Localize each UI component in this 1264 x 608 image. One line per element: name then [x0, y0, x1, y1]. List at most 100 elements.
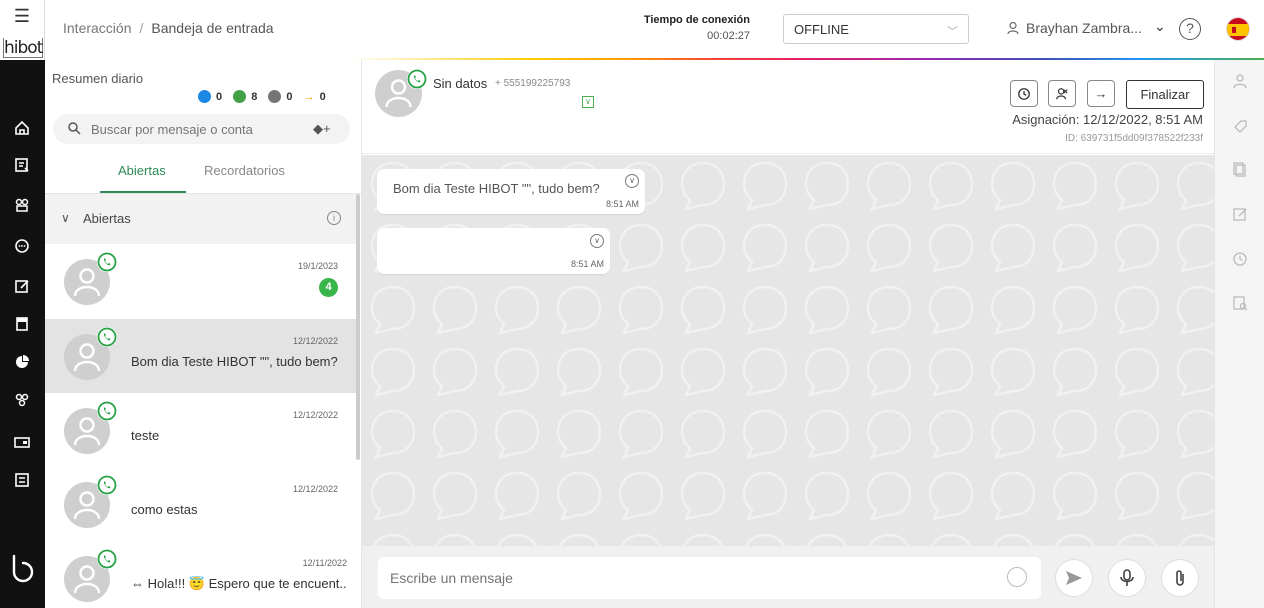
chat-messages-area: ∨ Bom dia Teste HIBOT "", tudo bem? 8:51…	[362, 155, 1214, 546]
add-contact-icon[interactable]: ◆+	[313, 121, 331, 137]
chevron-down-icon: ∨	[61, 211, 70, 225]
whatsapp-icon	[97, 327, 117, 347]
chats-counter: 8	[233, 90, 257, 103]
status-value: OFFLINE	[794, 22, 849, 37]
conversation-preview: ⇔ Hola!!! 😇 Espero que te encuent...	[131, 576, 347, 591]
user-switch-icon	[1056, 88, 1068, 100]
breadcrumb: Interacción / Bandeja de entrada	[63, 20, 274, 36]
bot-icon[interactable]	[12, 390, 32, 410]
breadcrumb-root[interactable]: Interacción	[63, 20, 131, 36]
transfer-button[interactable]: →	[1087, 80, 1115, 107]
message-input[interactable]	[390, 569, 990, 587]
message-text: Bom dia Teste HIBOT "", tudo bem?	[393, 181, 600, 196]
breadcrumb-separator: /	[139, 20, 144, 36]
message-options-icon[interactable]: ∨	[625, 174, 639, 188]
summary-counters: 0 8 0 → 0	[198, 90, 334, 103]
copy-icon[interactable]	[1232, 162, 1248, 178]
whatsapp-icon	[97, 401, 117, 421]
arrow-right-icon: →	[303, 91, 315, 103]
history-clock-icon[interactable]	[1232, 251, 1248, 267]
conversation-item[interactable]: 12/12/2022 teste	[45, 393, 356, 467]
contact-name: Sin datos	[433, 76, 488, 91]
app-logo: hibot	[3, 38, 43, 58]
right-sidebar	[1214, 60, 1264, 608]
conversation-preview: Bom dia Teste HIBOT "", tudo bem?	[131, 354, 338, 369]
user-icon	[1007, 21, 1019, 35]
attach-button[interactable]	[1161, 559, 1199, 597]
conversation-id: ID: 639731f5dd09f378522f233f	[1065, 133, 1203, 144]
chat-bubble-icon	[233, 90, 247, 103]
pie-chart-icon[interactable]	[12, 352, 32, 372]
spain-flag-icon[interactable]	[1226, 17, 1250, 41]
finalize-button[interactable]: Finalizar	[1126, 80, 1204, 109]
whatsapp-icon	[97, 252, 117, 272]
info-icon	[198, 90, 211, 103]
book-icon[interactable]	[12, 314, 32, 334]
paperclip-icon	[1176, 570, 1184, 586]
reminder-clock-button[interactable]	[1010, 80, 1038, 107]
conversation-item[interactable]: 19/1/2023 4	[45, 244, 356, 318]
status-select[interactable]: OFFLINE ﹀	[783, 14, 969, 44]
section-label: Abiertas	[83, 211, 131, 226]
notes-edit-icon[interactable]	[1232, 206, 1248, 222]
contact-phone: + 555199225793	[495, 78, 571, 89]
tag-icon[interactable]	[1232, 118, 1248, 134]
breadcrumb-current: Bandeja de entrada	[151, 20, 274, 36]
reassign-agent-button[interactable]	[1048, 80, 1076, 107]
message-time: 8:51 AM	[570, 259, 604, 269]
user-menu[interactable]: Brayhan Zambra...	[1006, 20, 1142, 36]
voice-button[interactable]	[1108, 559, 1146, 597]
user-chevron-down-icon[interactable]: ⌄	[1154, 18, 1166, 35]
section-abiertas-header[interactable]: ∨ Abiertas i	[45, 194, 356, 244]
report-search-icon[interactable]	[1232, 295, 1248, 311]
home-icon[interactable]	[12, 118, 32, 138]
conversation-preview: teste	[131, 428, 160, 443]
conversation-preview: como estas	[131, 502, 198, 517]
message-options-icon[interactable]: ∨	[590, 234, 604, 248]
list-scrollbar[interactable]	[356, 194, 360, 460]
inbox-icon[interactable]	[12, 155, 32, 175]
contact-dropdown-icon[interactable]: ∨	[582, 96, 594, 108]
info-counter: 0	[198, 90, 222, 103]
message-bubble[interactable]: ∨ 8:51 AM	[377, 228, 610, 274]
transfer-counter: → 0	[303, 91, 326, 103]
active-tab-indicator	[100, 191, 186, 193]
edit-icon[interactable]	[12, 276, 32, 296]
wallet-icon[interactable]	[12, 432, 32, 452]
search-bar: ◆+	[53, 114, 350, 144]
conversation-date: 12/12/2022	[292, 484, 338, 494]
help-icon[interactable]: ?	[1179, 18, 1201, 40]
message-bubble[interactable]: ∨ Bom dia Teste HIBOT "", tudo bem? 8:51…	[377, 169, 645, 214]
send-button[interactable]	[1055, 559, 1093, 597]
conversation-date: 12/12/2022	[292, 410, 338, 420]
chevron-down-icon: ﹀	[947, 26, 958, 38]
menu-icon[interactable]: ☰	[12, 6, 32, 26]
conversation-date: 19/1/2023	[297, 261, 338, 271]
chat-icon[interactable]	[12, 236, 32, 256]
message-time: 8:51 AM	[605, 199, 639, 209]
connection-time-value: 00:02:27	[707, 30, 750, 42]
clock-counter: 0	[268, 90, 293, 103]
microphone-icon	[1120, 569, 1134, 586]
tab-abiertas[interactable]: Abiertas	[118, 163, 166, 178]
search-input[interactable]	[91, 120, 271, 138]
search-icon	[68, 122, 81, 135]
unread-badge: 4	[319, 278, 338, 297]
conversation-item[interactable]: 12/12/2022 como estas	[45, 467, 356, 541]
clock-icon	[1018, 88, 1030, 100]
left-rail	[0, 0, 45, 608]
network-icon[interactable]	[12, 195, 32, 215]
conversation-item[interactable]: 12/11/2022 ⇔ Hola!!! 😇 Espero que te enc…	[45, 541, 356, 608]
conversation-item[interactable]: 12/12/2022 Bom dia Teste HIBOT "", tudo …	[45, 319, 356, 393]
message-input-wrapper	[378, 557, 1041, 599]
contact-info-icon[interactable]	[1232, 73, 1248, 89]
whatsapp-icon	[407, 69, 427, 89]
report-icon[interactable]	[12, 470, 32, 490]
daily-summary-title: Resumen diario	[52, 71, 144, 86]
emoji-icon[interactable]	[1007, 567, 1027, 587]
tab-recordatorios[interactable]: Recordatorios	[204, 163, 285, 178]
user-name: Brayhan Zambra...	[1026, 20, 1142, 36]
whatsapp-icon	[97, 475, 117, 495]
info-icon[interactable]: i	[327, 211, 341, 225]
connection-time-label: Tiempo de conexión	[643, 14, 750, 26]
